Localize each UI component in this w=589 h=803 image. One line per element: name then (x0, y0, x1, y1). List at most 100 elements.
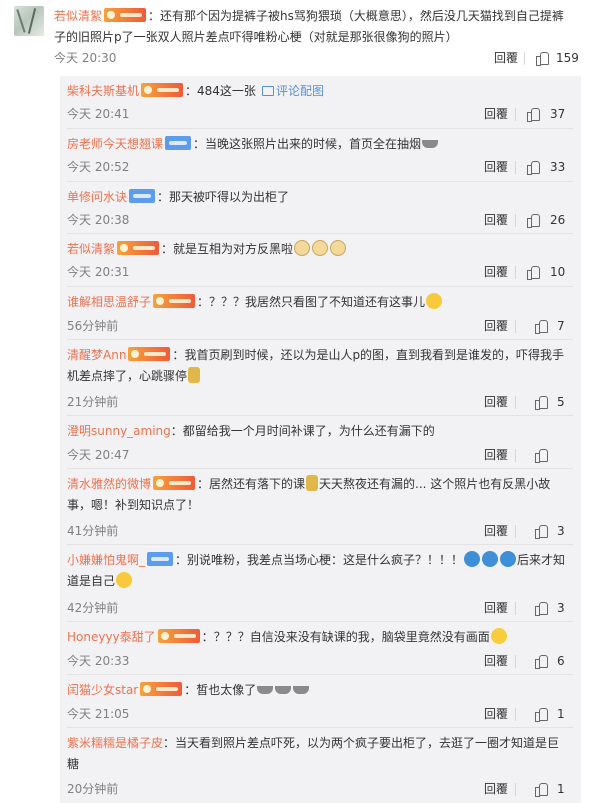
reply-body: Honeyyy泰甜了 ：？？？自信没来没有缺课的我，脑袋里竟然没有画面 (67, 627, 571, 648)
reply-time: 20分钟前 (67, 782, 119, 796)
vip-badge-icon (117, 241, 160, 255)
reply-item: 柴科夫斯基机 ：484这一张 评论配图 今天 20:41 回覆 37 (60, 76, 581, 129)
fan-badge-icon (147, 552, 174, 566)
like-button[interactable] (527, 159, 540, 175)
reply-item: 单修问水诀 ：那天被吓得以为出柜了 今天 20:38 回覆 26 (60, 182, 581, 234)
reply-button[interactable]: 回覆 (484, 318, 508, 334)
reply-button[interactable]: 回覆 (484, 523, 508, 539)
reply-button[interactable]: 回覆 (484, 106, 508, 122)
reply-username[interactable]: 若似清絮 (67, 242, 115, 256)
reply-time: 今天 21:05 (67, 707, 130, 721)
comment-image-link[interactable]: 评论配图 (276, 84, 324, 98)
fan-badge-icon (129, 189, 156, 203)
action-divider (515, 396, 516, 409)
sweat-emoji-icon (188, 367, 201, 383)
reply-username[interactable]: 房老师今天想翘课 (67, 137, 163, 151)
reply-username[interactable]: 谁解相思温舒子 (67, 295, 151, 309)
like-button[interactable] (536, 50, 549, 66)
reply-body: 清水雅然的微博 ：居然还有落下的课 天天熬夜还有漏的... 这个照片也有反黑小故事，… (67, 475, 551, 512)
dog-emoji-icon (312, 240, 329, 256)
reply-time: 41分钟前 (67, 524, 119, 538)
like-button[interactable] (527, 212, 540, 228)
reply-button[interactable]: 回覆 (484, 706, 508, 722)
like-count: 159 (556, 51, 579, 65)
reply-item: 小嫌嫌怕鬼啊_ ：别说唯粉，我差点当场心梗：这是什么疯子？！！！ 后来才知道是自己 … (60, 545, 581, 622)
reply-button[interactable]: 回覆 (484, 212, 508, 228)
thumbs-up-icon (535, 319, 548, 334)
thinking-emoji-icon (490, 628, 507, 644)
like-button[interactable] (535, 653, 548, 669)
reply-body: 紫米糯糯是橘子皮：当天看到照片差点吓死，以为两个疯子要出柜了，去逛了一圈才知道是… (67, 736, 560, 771)
like-count: 5 (557, 395, 565, 409)
action-divider (515, 214, 516, 227)
reply-button[interactable]: 回覆 (484, 600, 508, 616)
thumbs-up-icon (535, 654, 548, 669)
action-divider (515, 161, 516, 174)
vip-badge-icon (140, 682, 183, 696)
blue-face-emoji-icon (500, 551, 517, 567)
reply-button[interactable]: 回覆 (484, 394, 508, 410)
reply-username[interactable]: Honeyyy泰甜了 (67, 630, 156, 644)
reply-username[interactable]: 柴科夫斯基机 (67, 84, 139, 98)
reply-body: 清醒梦Ann ：我首页刷到时候，还以为是山人p的图，直到我看到是谁发的，吓得我手机… (67, 347, 565, 383)
like-button[interactable] (527, 106, 540, 122)
reply-body: 房老师今天想翘课 ：当晚这张照片出来的时候，首页全在抽烟 (67, 134, 571, 155)
vip-badge-icon (157, 629, 200, 643)
reply-username[interactable]: 小嫌嫌怕鬼啊_ (67, 553, 145, 567)
reply-button[interactable]: 回覆 (484, 447, 508, 463)
like-button[interactable] (535, 781, 548, 797)
like-count: 33 (550, 160, 566, 174)
reply-username[interactable]: 闰猫少女star (67, 683, 138, 697)
thumbs-up-icon (535, 782, 548, 797)
reply-time: 今天 20:31 (67, 265, 130, 279)
comment-body: 若似清絮 ：还有那个因为提裤子被hs骂狗猥琐（大概意思），然后没几天猫找到自己提裤… (54, 8, 564, 44)
action-divider (515, 602, 516, 615)
reply-username[interactable]: 紫米糯糯是橘子皮 (67, 736, 163, 750)
reply-time: 今天 20:38 (67, 213, 130, 227)
like-button[interactable] (535, 706, 548, 722)
like-button[interactable] (535, 394, 548, 410)
like-button[interactable] (535, 600, 548, 616)
reply-button[interactable]: 回覆 (484, 781, 508, 797)
dog-emoji-icon (330, 240, 347, 256)
reply-button[interactable]: 回覆 (484, 264, 508, 280)
top-comment: 若似清絮 ：还有那个因为提裤子被hs骂狗猥琐（大概意思），然后没几天猫找到自己提裤… (0, 0, 589, 72)
like-count: 3 (557, 601, 565, 615)
action-divider (515, 655, 516, 668)
reply-button[interactable]: 回覆 (494, 50, 518, 66)
replies-panel: 柴科夫斯基机 ：484这一张 评论配图 今天 20:41 回覆 37 房老师今天想翘… (60, 76, 581, 803)
emoji-icon (422, 140, 439, 148)
reply-username[interactable]: 清水雅然的微博 (67, 477, 151, 491)
like-button[interactable] (535, 447, 548, 463)
reply-body: 若似清絮 ：就是互相为对方反黑啦 (67, 239, 571, 260)
vip-badge-icon (141, 83, 184, 97)
reply-body: 澄明sunny_aming：都留给我一个月时间补课了，为什么还有漏下的 (67, 424, 435, 438)
like-button[interactable] (535, 523, 548, 539)
like-button[interactable] (535, 318, 548, 334)
laugh-emoji-icon (116, 572, 133, 588)
user-avatar[interactable] (14, 6, 44, 36)
thumbs-up-icon (527, 107, 540, 122)
reply-button[interactable]: 回覆 (484, 159, 508, 175)
reply-item: 谁解相思温舒子 ：？？？我居然只看图了不知道还有这事儿 56分钟前 回覆 7 (60, 287, 581, 340)
thumbs-up-icon (535, 448, 548, 463)
reply-username[interactable]: 清醒梦Ann (67, 348, 126, 362)
like-count: 7 (557, 319, 565, 333)
thumbs-up-icon (535, 524, 548, 539)
like-button[interactable] (527, 264, 540, 280)
like-count: 26 (550, 213, 566, 227)
comment-username[interactable]: 若似清絮 (54, 9, 102, 23)
reply-username[interactable]: 单修问水诀 (67, 190, 127, 204)
thumbs-up-icon (535, 707, 548, 722)
like-count: 3 (557, 524, 565, 538)
reply-username[interactable]: 澄明sunny_aming (67, 424, 171, 438)
reply-button[interactable]: 回覆 (484, 653, 508, 669)
like-count: 6 (557, 654, 565, 668)
reply-item: 若似清絮 ：就是互相为对方反黑啦 今天 20:31 回覆 10 (60, 234, 581, 287)
vip-badge-icon (153, 294, 196, 308)
like-count: 37 (550, 107, 566, 121)
emoji-icon (257, 686, 274, 694)
image-icon (261, 86, 274, 96)
vip-badge-icon (104, 8, 147, 22)
comment-time: 今天 20:30 (54, 51, 117, 65)
